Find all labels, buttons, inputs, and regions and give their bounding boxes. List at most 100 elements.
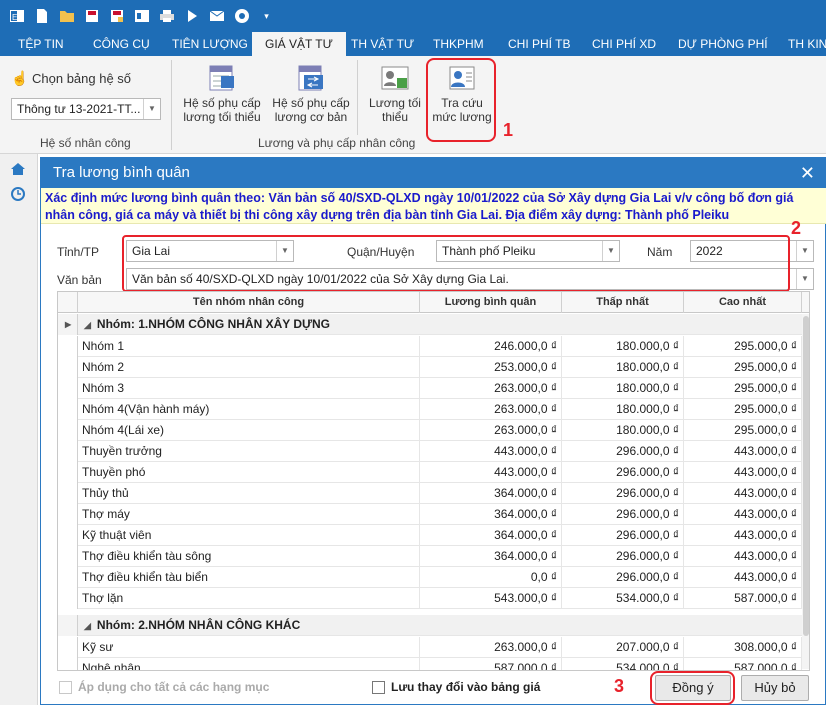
tab-du-phong-phi[interactable]: DỰ PHÒNG PHÍ [678, 32, 768, 56]
cell-max[interactable]: 443.000,0 ₫ [684, 525, 802, 546]
cell-min[interactable]: 296.000,0 ₫ [562, 546, 684, 567]
email-icon[interactable] [206, 5, 228, 27]
print-icon[interactable] [156, 5, 178, 27]
cell-min[interactable]: 180.000,0 ₫ [562, 399, 684, 420]
home-icon[interactable] [10, 162, 26, 179]
tab-tien-luong[interactable]: TIÊN LƯỢNG [172, 32, 248, 56]
cell-avg[interactable]: 253.000,0 ₫ [420, 357, 562, 378]
chevron-down-icon[interactable]: ▼ [143, 99, 160, 119]
cell-avg[interactable]: 263.000,0 ₫ [420, 420, 562, 441]
table-row[interactable]: Kỹ thuật viên 364.000,0 ₫ 296.000,0 ₫ 443.0… [58, 525, 809, 546]
cell-max[interactable]: 295.000,0 ₫ [684, 336, 802, 357]
table-row[interactable]: Thợ lặn 543.000,0 ₫ 534.000,0 ₫ 587.000,0 ₫ [58, 588, 809, 609]
ok-button[interactable]: Đồng ý [655, 675, 731, 701]
table-row[interactable]: Thợ điều khiển tàu sông 364.000,0 ₫ 296.00… [58, 546, 809, 567]
scrollbar-thumb[interactable] [803, 316, 809, 636]
save-changes-checkbox[interactable]: Lưu thay đổi vào bảng giá [372, 680, 540, 694]
cell-min[interactable]: 534.000,0 ₫ [562, 588, 684, 609]
cell-max[interactable]: 443.000,0 ₫ [684, 504, 802, 525]
table-row[interactable]: Nhóm 3 263.000,0 ₫ 180.000,0 ₫ 295.000,0 ₫ [58, 378, 809, 399]
apply-all-box[interactable] [59, 680, 72, 694]
cell-avg[interactable]: 263.000,0 ₫ [420, 378, 562, 399]
table-row[interactable]: Nhóm 1 246.000,0 ₫ 180.000,0 ₫ 295.000,0 ₫ [58, 336, 809, 357]
cell-min[interactable]: 296.000,0 ₫ [562, 504, 684, 525]
cell-avg[interactable]: 364.000,0 ₫ [420, 525, 562, 546]
close-icon[interactable]: ✕ [800, 158, 815, 188]
tab-tep-tin[interactable]: TỆP TIN [18, 32, 64, 56]
coefficient-table-select[interactable]: Thông tư 13-2021-TT... ▼ [11, 98, 161, 120]
column-header-max[interactable]: Cao nhất [684, 292, 802, 313]
allowance-min-wage-button[interactable]: Hệ số phụ cấp lương tối thiểu [180, 64, 264, 124]
table-row[interactable]: Kỹ sư 263.000,0 ₫ 207.000,0 ₫ 308.000,0 ₫ [58, 637, 809, 658]
tab-thkphm[interactable]: THKPHM [433, 32, 484, 56]
apply-all-checkbox[interactable]: Áp dụng cho tất cả các hạng mục [59, 680, 269, 694]
table-row[interactable]: Thợ máy 364.000,0 ₫ 296.000,0 ₫ 443.000,0 ₫ [58, 504, 809, 525]
cell-avg[interactable]: 263.000,0 ₫ [420, 399, 562, 420]
cell-max[interactable]: 587.000,0 ₫ [684, 588, 802, 609]
cell-avg[interactable]: 364.000,0 ₫ [420, 504, 562, 525]
table-row[interactable]: Thuyền phó 443.000,0 ₫ 296.000,0 ₫ 443.000,… [58, 462, 809, 483]
cell-min[interactable]: 180.000,0 ₫ [562, 420, 684, 441]
cell-max[interactable]: 295.000,0 ₫ [684, 378, 802, 399]
cell-avg[interactable]: 443.000,0 ₫ [420, 462, 562, 483]
column-header-min[interactable]: Thấp nhất [562, 292, 684, 313]
table-row[interactable]: Thuyền trưởng 443.000,0 ₫ 296.000,0 ₫ 443.0… [58, 441, 809, 462]
chevron-down-icon[interactable]: ▼ [796, 269, 813, 289]
cell-avg[interactable]: 543.000,0 ₫ [420, 588, 562, 609]
column-header-name[interactable]: Tên nhóm nhân công [78, 292, 420, 313]
cell-max[interactable]: 587.000,0 ₫ [684, 658, 802, 670]
cell-min[interactable]: 296.000,0 ₫ [562, 567, 684, 588]
cell-min[interactable]: 296.000,0 ₫ [562, 525, 684, 546]
cell-max[interactable]: 443.000,0 ₫ [684, 441, 802, 462]
cell-max[interactable]: 443.000,0 ₫ [684, 567, 802, 588]
print-preview-icon[interactable] [131, 5, 153, 27]
cell-avg[interactable]: 443.000,0 ₫ [420, 441, 562, 462]
cell-min[interactable]: 534.000,0 ₫ [562, 658, 684, 670]
cell-min[interactable]: 296.000,0 ₫ [562, 483, 684, 504]
cell-avg[interactable]: 364.000,0 ₫ [420, 546, 562, 567]
excel-icon[interactable]: E [6, 5, 28, 27]
min-wage-button[interactable]: Lương tối thiểu [364, 64, 426, 124]
table-row[interactable]: Thủy thủ 364.000,0 ₫ 296.000,0 ₫ 443.000,0 … [58, 483, 809, 504]
group-row[interactable]: ▶ ◢ Nhóm: 1.NHÓM CÔNG NHÂN XÂY DỰNG [58, 314, 809, 335]
vertical-scrollbar[interactable] [802, 314, 809, 669]
cell-min[interactable]: 180.000,0 ₫ [562, 336, 684, 357]
cell-avg[interactable]: 246.000,0 ₫ [420, 336, 562, 357]
tab-cong-cu[interactable]: CÔNG CỤ [93, 32, 150, 56]
save-icon[interactable] [81, 5, 103, 27]
table-row[interactable]: Nghệ nhân 587.000,0 ₫ 534.000,0 ₫ 587.000,0… [58, 658, 809, 670]
save-as-icon[interactable] [106, 5, 128, 27]
cell-max[interactable]: 443.000,0 ₫ [684, 462, 802, 483]
tab-th-vat-tu[interactable]: TH VẬT TƯ [351, 32, 414, 56]
table-row[interactable]: Nhóm 4(Vận hành máy) 263.000,0 ₫ 180.000,0… [58, 399, 809, 420]
cell-min[interactable]: 180.000,0 ₫ [562, 378, 684, 399]
cell-avg[interactable]: 263.000,0 ₫ [420, 637, 562, 658]
cell-max[interactable]: 295.000,0 ₫ [684, 357, 802, 378]
cell-min[interactable]: 296.000,0 ₫ [562, 462, 684, 483]
collapse-icon[interactable]: ◢ [84, 621, 91, 631]
cell-min[interactable]: 296.000,0 ₫ [562, 441, 684, 462]
cell-max[interactable]: 443.000,0 ₫ [684, 483, 802, 504]
table-row[interactable]: Nhóm 2 253.000,0 ₫ 180.000,0 ₫ 295.000,0 ₫ [58, 357, 809, 378]
cell-avg[interactable]: 0,0 ₫ [420, 567, 562, 588]
column-header-average[interactable]: Lương bình quân [420, 292, 562, 313]
cancel-button[interactable]: Hủy bỏ [741, 675, 809, 701]
run-icon[interactable] [181, 5, 203, 27]
chevron-down-icon[interactable]: ▼ [796, 241, 813, 261]
cell-max[interactable]: 295.000,0 ₫ [684, 420, 802, 441]
tab-chi-phi-xd[interactable]: CHI PHÍ XD [592, 32, 656, 56]
save-changes-box[interactable] [372, 680, 385, 694]
tab-chi-phi-tb[interactable]: CHI PHÍ TB [508, 32, 570, 56]
cell-avg[interactable]: 587.000,0 ₫ [420, 658, 562, 670]
cell-max[interactable]: 443.000,0 ₫ [684, 546, 802, 567]
tab-gia-vat-tu[interactable]: GIÁ VẬT TƯ [252, 32, 346, 56]
table-row[interactable]: Nhóm 4(Lái xe) 263.000,0 ₫ 180.000,0 ₫ 295.… [58, 420, 809, 441]
cell-min[interactable]: 180.000,0 ₫ [562, 357, 684, 378]
open-folder-icon[interactable] [56, 5, 78, 27]
allowance-base-wage-button[interactable]: Hệ số phụ cấp lương cơ bản [268, 64, 354, 124]
history-icon[interactable] [10, 186, 26, 205]
collapse-icon[interactable]: ◢ [84, 320, 91, 330]
new-file-icon[interactable] [31, 5, 53, 27]
cell-max[interactable]: 295.000,0 ₫ [684, 399, 802, 420]
cell-min[interactable]: 207.000,0 ₫ [562, 637, 684, 658]
